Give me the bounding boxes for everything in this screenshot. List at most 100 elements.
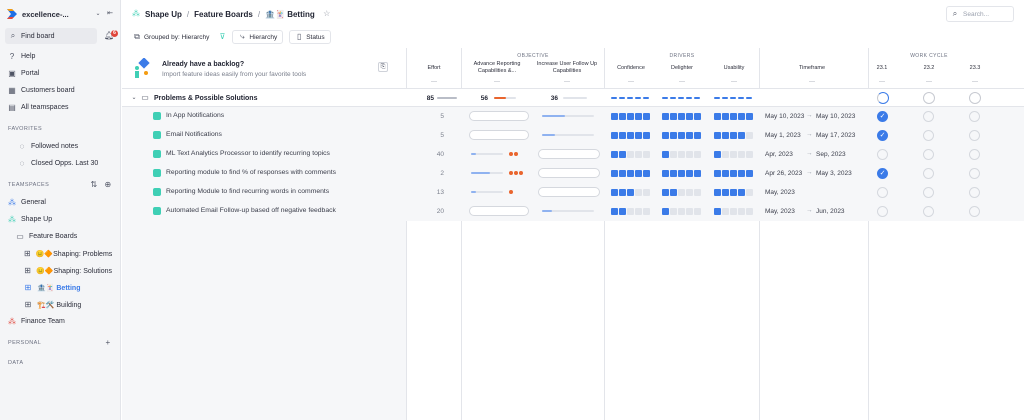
group-cycle-23-1[interactable] <box>877 92 889 104</box>
col-advance-reporting[interactable]: Advance Reporting Capabilities &... <box>465 61 529 75</box>
grouped-by-button[interactable]: ⧉ Grouped by: Hierarchy <box>130 30 212 44</box>
usability-block <box>738 170 745 177</box>
find-board-button[interactable]: ⌕ Find board <box>5 28 97 44</box>
adv-empty-pill[interactable] <box>469 130 529 140</box>
cycle-23-2-checkbox[interactable] <box>923 130 934 141</box>
table-row[interactable]: Reporting Module to find recurring words… <box>122 183 1024 202</box>
col-effort[interactable]: Effort <box>412 65 456 72</box>
delighter-block <box>662 189 669 196</box>
star-icon[interactable]: ☆ <box>323 10 331 18</box>
adv-empty-pill[interactable] <box>469 111 529 121</box>
inc-empty-pill[interactable] <box>538 168 600 178</box>
sidebar-item-betting[interactable]: ⊞ 🏦🃏 Betting <box>0 279 120 296</box>
group-cycle-23-3[interactable] <box>969 92 981 104</box>
col-delighter[interactable]: Delighter <box>660 65 704 72</box>
cycle-23-1-checkbox[interactable] <box>877 206 888 217</box>
import-button[interactable]: ⎘ <box>378 62 388 72</box>
usability-block <box>730 189 737 196</box>
usability-block <box>730 113 737 120</box>
cycle-23-1-checkbox[interactable] <box>877 149 888 160</box>
confidence-block <box>611 151 618 158</box>
sidebar-item-customers-board[interactable]: ▦ Customers board <box>0 82 120 99</box>
favorites-heading: FAVORITES <box>8 126 43 132</box>
usability-block <box>714 170 721 177</box>
cycle-23-1-checkbox[interactable] <box>877 187 888 198</box>
confidence-block <box>619 189 626 196</box>
cycle-23-3-checkbox[interactable] <box>969 168 980 179</box>
sidebar-item-shape-up[interactable]: ⁂ Shape Up <box>0 211 120 228</box>
teamspaces-heading: TEAMSPACES ⇅ ⊕ <box>8 180 112 189</box>
breadcrumb-betting[interactable]: 🏦🃏 Betting <box>265 10 315 19</box>
add-personal-icon[interactable]: + <box>104 339 112 347</box>
chevron-down-icon[interactable]: ⌄ <box>130 94 138 102</box>
group-cycle-23-2[interactable] <box>923 92 935 104</box>
breadcrumb-feature-boards[interactable]: Feature Boards <box>194 10 253 19</box>
delighter-block <box>678 170 685 177</box>
sidebar-item-general[interactable]: ⁂ General <box>0 194 120 211</box>
hierarchy-button[interactable]: ⤷ Hierarchy <box>232 30 284 44</box>
cycle-23-3-checkbox[interactable] <box>969 206 980 217</box>
table-row[interactable]: ML Text Analytics Processor to identify … <box>122 145 1024 164</box>
table-row[interactable]: Automated Email Follow-up based off nega… <box>122 202 1024 221</box>
sort-icon[interactable]: ⇅ <box>90 181 98 189</box>
filter-icon[interactable]: ⊽ <box>218 33 226 41</box>
group-driver-bar <box>738 97 744 99</box>
cycle-23-1-checkbox[interactable]: ✓ <box>877 168 888 179</box>
sidebar-item-feature-boards[interactable]: ▭ Feature Boards <box>0 228 120 245</box>
breadcrumb-shape-up[interactable]: Shape Up <box>145 10 182 19</box>
cycle-23-3-checkbox[interactable] <box>969 111 980 122</box>
usability-block <box>746 113 753 120</box>
confidence-block <box>619 151 626 158</box>
workspace-header[interactable]: excellence-... ⌄ ⇤ <box>0 0 120 28</box>
table-row[interactable]: Email Notifications 5 May 1, 2023 → May 17, … <box>122 126 1024 145</box>
confidence-block <box>627 132 634 139</box>
cycle-23-2-checkbox[interactable] <box>923 149 934 160</box>
sidebar-item-building[interactable]: ⊞ 🏗️🛠️ Building <box>0 296 120 313</box>
cycle-23-3-checkbox[interactable] <box>969 187 980 198</box>
col-23-3[interactable]: 23.3 <box>965 65 985 72</box>
cycle-23-2-checkbox[interactable] <box>923 187 934 198</box>
collapse-sidebar-icon[interactable]: ⇤ <box>106 10 114 18</box>
col-timeframe[interactable]: Timeframe <box>772 65 852 72</box>
sidebar-item-finance-team[interactable]: ⁂ Finance Team <box>0 313 120 330</box>
sidebar-item-shaping-solutions[interactable]: ⊞ 😑🔶Shaping: Solutions <box>0 262 120 279</box>
cycle-23-1-checkbox[interactable]: ✓ <box>877 111 888 122</box>
inc-empty-pill[interactable] <box>538 149 600 159</box>
add-teamspace-icon[interactable]: ⊕ <box>104 181 112 189</box>
sidebar-item-shaping-problems[interactable]: ⊞ 😑🔶Shaping: Problems <box>0 245 120 262</box>
col-23-1[interactable]: 23.1 <box>872 65 892 72</box>
col-usability[interactable]: Usability <box>712 65 756 72</box>
col-confidence[interactable]: Confidence <box>609 65 653 72</box>
inc-empty-pill[interactable] <box>538 187 600 197</box>
cycle-23-3-checkbox[interactable] <box>969 149 980 160</box>
confidence-block <box>627 113 634 120</box>
search-input[interactable]: ⌕ Search... <box>946 6 1014 22</box>
filter-icon: ◌ <box>19 158 25 168</box>
status-button[interactable]: ▯ Status <box>289 30 331 44</box>
confidence-block <box>611 189 618 196</box>
chevron-down-icon[interactable]: ⌄ <box>94 10 102 18</box>
cycle-23-1-checkbox[interactable]: ✓ <box>877 130 888 141</box>
col-increase-user[interactable]: Increase User Follow Up Capabilities <box>534 61 600 75</box>
sidebar-item-closed-opps[interactable]: ◌ Closed Opps. Last 30 <box>0 155 120 172</box>
cycle-23-3-checkbox[interactable] <box>969 130 980 141</box>
col-23-2[interactable]: 23.2 <box>919 65 939 72</box>
sidebar-item-label: Closed Opps. Last 30 <box>31 160 99 167</box>
table-row[interactable]: Reporting module to find % of responses … <box>122 164 1024 183</box>
cycle-23-2-checkbox[interactable] <box>923 111 934 122</box>
sidebar-item-followed-notes[interactable]: ◌ Followed notes <box>0 138 120 155</box>
delighter-block <box>662 151 669 158</box>
cycle-23-2-checkbox[interactable] <box>923 206 934 217</box>
adv-bar-fill <box>471 153 476 155</box>
row-title: Reporting module to find % of responses … <box>166 169 337 176</box>
notifications-button[interactable]: 🔔︎ 6 <box>104 30 118 44</box>
cycle-23-2-checkbox[interactable] <box>923 168 934 179</box>
confidence-block <box>619 113 626 120</box>
sidebar-item-help[interactable]: ? Help <box>0 48 120 65</box>
sidebar-item-all-teamspaces[interactable]: ▤ All teamspaces <box>0 99 120 116</box>
table-row[interactable]: In App Notifications 5 May 10, 2023 → May 10… <box>122 107 1024 126</box>
sidebar-item-portal[interactable]: ▣ Portal <box>0 65 120 82</box>
group-row[interactable]: ⌄ ▭ Problems & Possible Solutions 85 56 … <box>122 88 1024 107</box>
adv-empty-pill[interactable] <box>469 206 529 216</box>
filter-icon: ◌ <box>19 141 25 151</box>
